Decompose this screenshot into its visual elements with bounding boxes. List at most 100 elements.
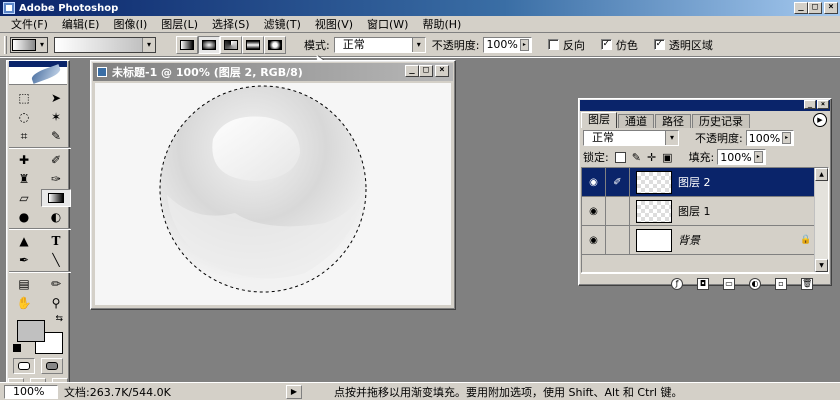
crop-tool[interactable]: ⌗ bbox=[9, 127, 39, 145]
panel-menu-icon[interactable]: ▶ bbox=[813, 113, 827, 127]
new-layer-icon[interactable]: ▫ bbox=[775, 277, 787, 290]
notes-tool[interactable]: ▤ bbox=[9, 275, 39, 293]
lock-transparency-icon[interactable] bbox=[614, 151, 626, 163]
line-tool[interactable]: ╲ bbox=[41, 251, 71, 269]
diamond-gradient-button[interactable] bbox=[264, 35, 286, 54]
triangle-right-icon[interactable]: ▸ bbox=[519, 38, 529, 51]
menu-filter[interactable]: 滤镜(T) bbox=[259, 16, 310, 32]
layers-panel-title-bar[interactable]: _ × bbox=[580, 100, 830, 111]
default-colors-icon[interactable] bbox=[13, 344, 21, 352]
linear-gradient-button[interactable] bbox=[176, 35, 198, 54]
reverse-checkbox[interactable]: 反向 bbox=[547, 37, 585, 53]
dither-checkbox[interactable]: ✓ 仿色 bbox=[600, 37, 638, 53]
menu-window[interactable]: 窗口(W) bbox=[362, 16, 417, 32]
opacity-input[interactable]: 100% ▸ bbox=[483, 36, 532, 53]
link-slot[interactable] bbox=[606, 197, 630, 225]
eraser-tool[interactable]: ▱ bbox=[9, 189, 39, 207]
eyedropper-tool[interactable]: ✏ bbox=[41, 275, 71, 293]
menu-layer[interactable]: 图层(L) bbox=[156, 16, 207, 32]
radial-gradient-button[interactable] bbox=[198, 35, 220, 54]
options-bar-grip[interactable] bbox=[4, 35, 7, 54]
triangle-right-icon[interactable]: ▸ bbox=[782, 132, 792, 144]
tab-layers[interactable]: 图层 bbox=[581, 112, 617, 128]
lock-image-icon[interactable]: ✎ bbox=[632, 151, 641, 164]
layer-row[interactable]: ◉ 图层 1 bbox=[582, 197, 814, 226]
menu-select[interactable]: 选择(S) bbox=[207, 16, 259, 32]
clone-stamp-tool[interactable]: ♜ bbox=[9, 170, 39, 188]
layer-opacity-input[interactable]: 100% ▸ bbox=[745, 130, 795, 146]
blend-mode-select[interactable]: 正常 ▾ bbox=[583, 130, 679, 146]
image-canvas[interactable] bbox=[95, 83, 451, 305]
layer-style-icon[interactable]: ƒ bbox=[671, 277, 683, 290]
swap-colors-icon[interactable]: ⇆ bbox=[55, 314, 63, 324]
lock-position-icon[interactable]: ✛ bbox=[647, 151, 656, 164]
doc-close-button[interactable]: × bbox=[435, 65, 449, 77]
eye-icon[interactable]: ◉ bbox=[582, 226, 606, 254]
panel-minimize-button[interactable]: _ bbox=[804, 100, 816, 109]
hand-tool[interactable]: ✋ bbox=[9, 294, 39, 312]
foreground-color[interactable] bbox=[17, 320, 45, 342]
minimize-button[interactable]: _ bbox=[794, 2, 808, 14]
menu-image[interactable]: 图像(I) bbox=[108, 16, 156, 32]
doc-maximize-button[interactable]: □ bbox=[419, 65, 433, 77]
menu-help[interactable]: 帮助(H) bbox=[417, 16, 470, 32]
transparency-checkbox[interactable]: ✓ 透明区域 bbox=[653, 37, 713, 53]
healing-brush-tool[interactable]: ✚ bbox=[9, 151, 39, 169]
menu-edit[interactable]: 编辑(E) bbox=[57, 16, 109, 32]
document-size[interactable]: 文档:263.7K/544.0K bbox=[64, 384, 284, 400]
app-title-bar[interactable]: Adobe Photoshop _ □ × bbox=[0, 0, 840, 16]
marquee-tool[interactable]: ⬚ bbox=[9, 89, 39, 107]
zoom-field[interactable]: 100% bbox=[4, 384, 58, 399]
adobe-online-button[interactable] bbox=[9, 61, 67, 85]
tab-channels[interactable]: 通道 bbox=[618, 114, 654, 128]
brush-tool[interactable]: ✐ bbox=[41, 151, 71, 169]
magic-wand-tool[interactable]: ✶ bbox=[41, 108, 71, 126]
chevron-down-icon[interactable]: ▾ bbox=[142, 37, 155, 52]
panel-close-button[interactable]: × bbox=[817, 100, 829, 109]
chevron-down-icon[interactable]: ▾ bbox=[411, 37, 425, 52]
status-menu-arrow-icon[interactable]: ▶ bbox=[286, 384, 302, 399]
doc-minimize-button[interactable]: _ bbox=[405, 65, 419, 77]
set-icon[interactable]: ▭ bbox=[723, 277, 735, 290]
scroll-down-icon[interactable]: ▼ bbox=[815, 259, 828, 272]
blur-tool[interactable]: ● bbox=[9, 208, 39, 226]
fill-input[interactable]: 100% ▸ bbox=[717, 149, 766, 165]
mode-select[interactable]: 正常 ▾ bbox=[333, 36, 426, 53]
mask-icon[interactable]: ◘ bbox=[697, 277, 709, 290]
dodge-tool[interactable]: ◐ bbox=[41, 208, 71, 226]
trash-icon[interactable]: 🗑 bbox=[801, 277, 813, 290]
path-selection-tool[interactable]: ▲ bbox=[9, 232, 39, 250]
layer-list-scrollbar[interactable]: ▲ ▼ bbox=[814, 168, 828, 272]
layer-row[interactable]: ◉ 背景 🔒 bbox=[582, 226, 814, 255]
triangle-right-icon[interactable]: ▸ bbox=[753, 151, 763, 163]
menu-file[interactable]: 文件(F) bbox=[6, 16, 57, 32]
layer-row[interactable]: ◉ ✐ 图层 2 bbox=[582, 168, 814, 197]
standard-mode-button[interactable] bbox=[13, 358, 35, 374]
zoom-tool[interactable]: ⚲ bbox=[41, 294, 71, 312]
close-button[interactable]: × bbox=[824, 2, 838, 14]
tool-preset-picker[interactable]: ▾ bbox=[10, 36, 48, 53]
tab-paths[interactable]: 路径 bbox=[655, 114, 691, 128]
chevron-down-icon[interactable]: ▾ bbox=[665, 131, 678, 145]
scroll-up-icon[interactable]: ▲ bbox=[815, 168, 828, 181]
gradient-tool[interactable] bbox=[41, 189, 71, 207]
lock-all-icon[interactable]: ▣ bbox=[662, 151, 672, 164]
angle-gradient-button[interactable] bbox=[220, 35, 242, 54]
maximize-button[interactable]: □ bbox=[808, 2, 822, 14]
gradient-picker[interactable]: ▾ bbox=[54, 36, 156, 53]
slice-tool[interactable]: ✎ bbox=[41, 127, 71, 145]
eye-icon[interactable]: ◉ bbox=[582, 168, 606, 196]
tab-history[interactable]: 历史记录 bbox=[692, 114, 750, 128]
quick-mask-mode-button[interactable] bbox=[41, 358, 63, 374]
lasso-tool[interactable]: ◌ bbox=[9, 108, 39, 126]
link-slot[interactable] bbox=[606, 226, 630, 254]
history-brush-tool[interactable]: ✑ bbox=[41, 170, 71, 188]
brush-icon[interactable]: ✐ bbox=[606, 168, 630, 196]
adjustment-layer-icon[interactable]: ◐ bbox=[749, 277, 761, 290]
menu-view[interactable]: 视图(V) bbox=[310, 16, 362, 32]
reflected-gradient-button[interactable] bbox=[242, 35, 264, 54]
move-tool[interactable]: ➤ bbox=[41, 89, 71, 107]
pen-tool[interactable]: ✒ bbox=[9, 251, 39, 269]
eye-icon[interactable]: ◉ bbox=[582, 197, 606, 225]
type-tool[interactable]: T bbox=[41, 232, 71, 250]
